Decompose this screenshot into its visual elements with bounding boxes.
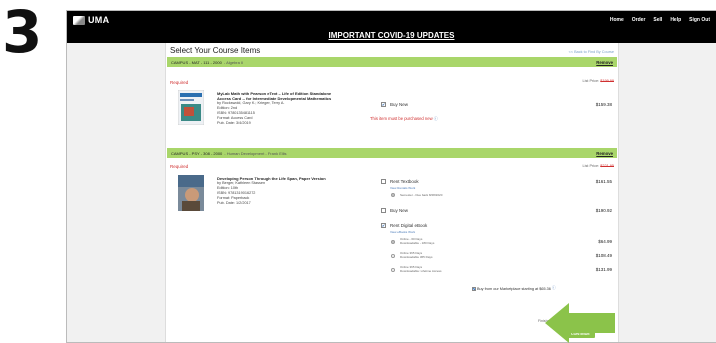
buy-new-option[interactable]: ✔ Buy New xyxy=(381,102,408,107)
nav-home[interactable]: Home xyxy=(610,17,624,23)
ebook-option-label: Online - 60 Days Downloadable - 180 Days xyxy=(400,237,435,245)
ebook-option-label: Online 365 Days Downloadable 365 Days xyxy=(400,251,433,259)
remove-course-button[interactable]: Remove xyxy=(596,60,613,65)
semester-option[interactable]: Semester - Due back 8/28/2020 xyxy=(391,193,442,197)
step-number: 3 xyxy=(2,0,43,66)
ebook-radio[interactable] xyxy=(391,239,395,244)
course-code: CAMPUS - MAT - 111 - 2000 xyxy=(171,59,222,65)
course-bar-psy308: CAMPUS - PSY - 308 - 2000 - Human Develo… xyxy=(167,148,617,158)
nav-order[interactable]: Order xyxy=(632,17,646,23)
rent-digital-label: Rent Digital eBook xyxy=(390,223,428,228)
list-price: List Price: $199.99 xyxy=(582,79,614,83)
book-title: MyLab Math with Pearson eText – Life of … xyxy=(217,91,332,101)
rent-textbook-price: $161.55 xyxy=(595,179,612,184)
buy-new-price: $159.38 xyxy=(595,102,612,107)
nav-sell[interactable]: Sell xyxy=(653,17,662,23)
ebook-option-3[interactable]: Online 365 Days Downloadable: Lifetime Ac… xyxy=(391,265,442,273)
remove-course-button[interactable]: Remove xyxy=(596,151,613,156)
purchase-new-warning: This item must be purchased new ⓘ xyxy=(370,116,438,121)
book-cover-image xyxy=(178,90,204,125)
book-pub-date: Pub. Date: 1/2/2017 xyxy=(217,201,251,205)
browser-page: UMA Home Order Sell Help Sign Out IMPORT… xyxy=(66,10,716,343)
ebook-radio[interactable] xyxy=(391,253,395,258)
buy-new-price: $190.92 xyxy=(595,208,612,213)
ebook-radio[interactable] xyxy=(391,267,395,272)
nav-help[interactable]: Help xyxy=(670,17,681,23)
rent-digital-option[interactable]: ✔ Rent Digital eBook xyxy=(381,223,427,228)
course-name: - Human Development - Frank Ellis xyxy=(224,150,287,156)
marketplace-checkbox[interactable]: ✔ xyxy=(472,286,476,291)
list-price: List Price: $221.95 xyxy=(582,164,614,168)
ebook-price: $64.99 xyxy=(598,239,612,244)
buy-new-checkbox[interactable] xyxy=(381,208,386,213)
course-code: CAMPUS - PSY - 308 - 2000 xyxy=(171,150,223,156)
buy-new-checkbox[interactable]: ✔ xyxy=(381,102,386,107)
back-to-find-link[interactable]: << Back to Find By Course xyxy=(569,50,614,54)
covid-banner-link[interactable]: IMPORTANT COVID-19 UPDATES xyxy=(67,29,716,43)
info-icon[interactable]: ⓘ xyxy=(552,286,556,291)
semester-label: Semester - Due back 8/28/2020 xyxy=(400,193,443,197)
view-rentals-link[interactable]: View Rentals Work xyxy=(390,186,415,190)
book-info: MyLab Math with Pearson eText – Life of … xyxy=(217,91,337,126)
course-name: - Algebra II xyxy=(223,59,244,65)
ebook-option-1[interactable]: Online - 60 Days Downloadable - 180 Days xyxy=(391,237,435,245)
ebook-price: $108.49 xyxy=(595,253,612,258)
rent-textbook-checkbox[interactable] xyxy=(381,179,386,184)
main-nav: Home Order Sell Help Sign Out xyxy=(610,17,710,23)
course-items-panel: Select Your Course Items << Back to Find… xyxy=(165,43,619,342)
top-navbar: UMA Home Order Sell Help Sign Out xyxy=(67,11,716,29)
book-pub-date: Pub. Date: 3/4/2019 xyxy=(217,121,251,125)
semester-radio[interactable] xyxy=(391,193,395,197)
book-info: Developing Person Through the Life Span,… xyxy=(217,176,337,206)
uma-logo[interactable]: UMA xyxy=(73,15,109,25)
buy-new-label: Buy New xyxy=(390,208,409,213)
info-icon[interactable]: ⓘ xyxy=(434,116,438,121)
arrow-pointer-icon xyxy=(545,303,615,343)
page-title: Select Your Course Items xyxy=(170,46,261,55)
nav-sign-out[interactable]: Sign Out xyxy=(689,17,710,23)
required-label: Required xyxy=(170,164,189,169)
ebook-price: $131.99 xyxy=(595,267,612,272)
logo-text: UMA xyxy=(88,15,110,25)
book-cover-image xyxy=(178,175,204,211)
marketplace-option[interactable]: ✔ Buy from our Marketplace starting at $… xyxy=(472,286,556,291)
view-ebooks-link[interactable]: View eBooks Work xyxy=(390,230,415,234)
buy-new-option[interactable]: Buy New xyxy=(381,208,408,213)
ebook-option-label: Online 365 Days Downloadable: Lifetime Ac… xyxy=(400,265,442,273)
required-label: Required xyxy=(170,80,189,85)
marketplace-label: Buy from our Marketplace starting at $65… xyxy=(477,286,551,291)
ebook-option-2[interactable]: Online 365 Days Downloadable 365 Days xyxy=(391,251,433,259)
rent-textbook-label: Rent Textbook xyxy=(390,179,419,184)
course-bar-mat111: CAMPUS - MAT - 111 - 2000 - Algebra II R… xyxy=(167,57,617,67)
rent-textbook-option[interactable]: Rent Textbook xyxy=(381,179,419,184)
rent-digital-checkbox[interactable]: ✔ xyxy=(381,223,386,228)
logo-icon xyxy=(73,15,85,25)
buy-new-label: Buy New xyxy=(390,102,409,107)
